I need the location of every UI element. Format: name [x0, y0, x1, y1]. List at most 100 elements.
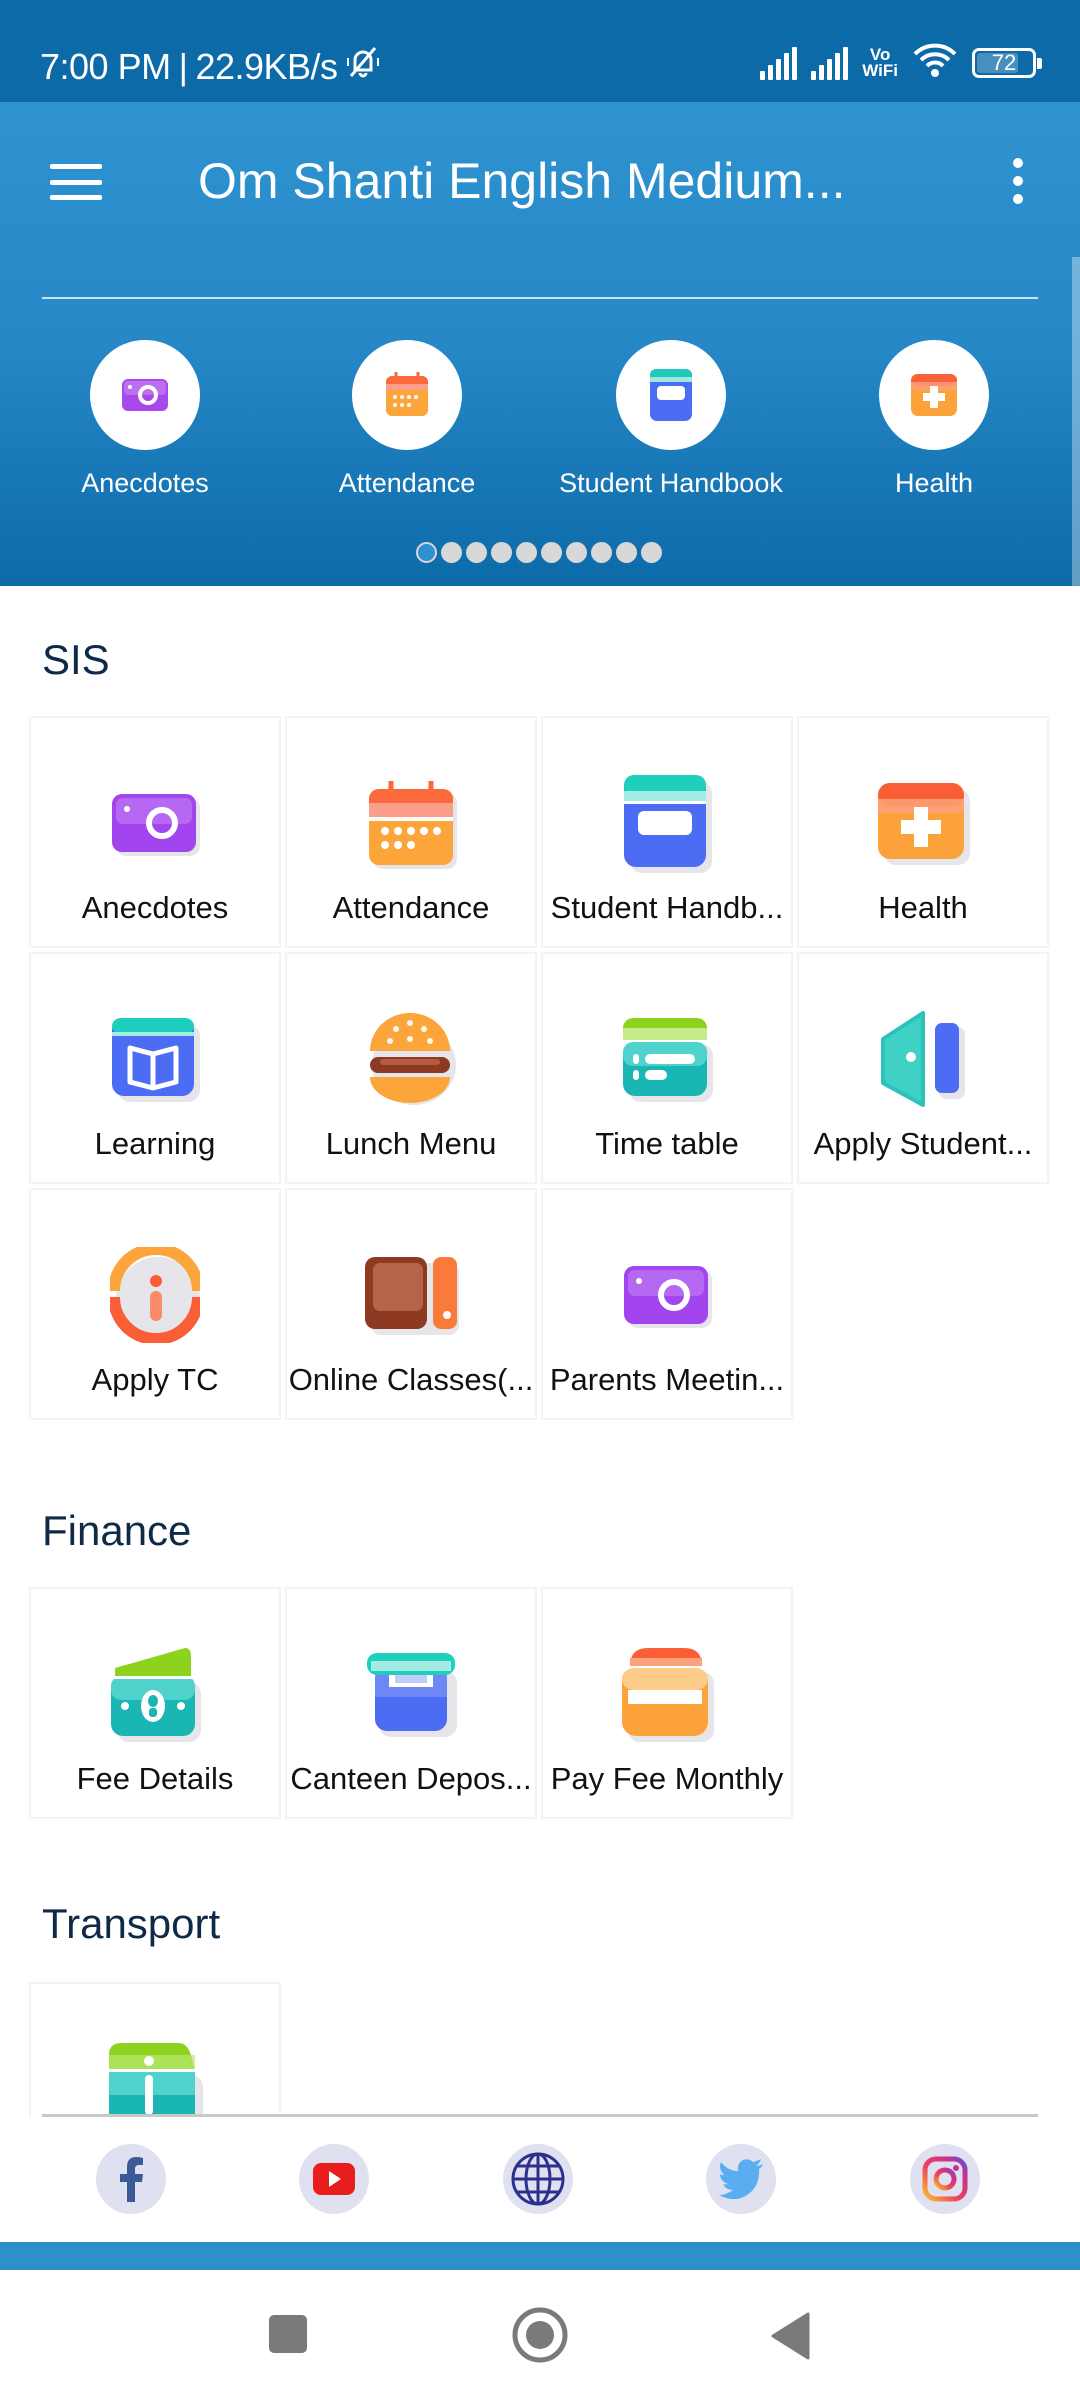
- youtube-link[interactable]: [299, 2144, 369, 2214]
- tile-label: Parents Meetin...: [549, 1362, 785, 1397]
- system-nav-bar: [0, 2270, 1080, 2400]
- twitter-link[interactable]: [706, 2144, 776, 2214]
- scrollbar[interactable]: [1072, 257, 1080, 587]
- page-dot[interactable]: [516, 542, 537, 563]
- page-dot[interactable]: [591, 542, 612, 563]
- card-icon: [622, 1648, 714, 1742]
- twitter-icon: [719, 2159, 763, 2199]
- more-vertical-icon[interactable]: [1006, 158, 1030, 204]
- quick-item-label: Student Handbook: [559, 468, 783, 498]
- section-title-transport: Transport: [42, 1900, 221, 1947]
- vowifi-bottom: WiFi: [862, 61, 898, 80]
- page-dot[interactable]: [566, 542, 587, 563]
- signal-icon-2: [811, 46, 849, 80]
- info-icon: [110, 1247, 200, 1343]
- instagram-icon: [922, 2156, 968, 2202]
- section-title-sis: SIS: [42, 636, 110, 683]
- tile-label: Health: [878, 890, 968, 925]
- tile-online-classes[interactable]: Online Classes(...: [285, 1188, 537, 1420]
- tile-apply-student[interactable]: Apply Student...: [797, 952, 1049, 1184]
- quick-icon-circle: [879, 340, 989, 450]
- health-kit-icon: [878, 783, 970, 865]
- tile-pay-fee-monthly[interactable]: Pay Fee Monthly: [541, 1587, 793, 1819]
- tile-label: Anecdotes: [81, 890, 229, 925]
- battery-level: 72: [991, 50, 1017, 75]
- quick-item-label: Health: [894, 468, 974, 498]
- hamburger-menu-icon[interactable]: [50, 164, 102, 200]
- page-dot-active[interactable]: [416, 542, 437, 563]
- health-kit-icon: [911, 374, 957, 416]
- online-class-icon: [365, 1257, 459, 1335]
- vowifi-icon: Vo WiFi: [862, 46, 898, 80]
- tile-apply-tc[interactable]: Apply TC: [29, 1188, 281, 1420]
- carousel-page-indicator: [416, 542, 662, 563]
- page-dot[interactable]: [491, 542, 512, 563]
- page-dot[interactable]: [441, 542, 462, 563]
- tile-label: Lunch Menu: [325, 1126, 497, 1161]
- bottom-accent-bar: [0, 2242, 1080, 2270]
- tile-label: Time table: [595, 1126, 739, 1161]
- home-icon: [512, 2307, 568, 2363]
- tile-label: Learning: [94, 1126, 216, 1161]
- facebook-link[interactable]: [96, 2144, 166, 2214]
- quick-icon-circle: [616, 340, 726, 450]
- page-dot[interactable]: [641, 542, 662, 563]
- network-speed: 22.9KB/s: [195, 45, 338, 87]
- book-icon: [112, 1018, 200, 1102]
- camera-icon: [624, 1266, 712, 1328]
- home-button[interactable]: [512, 2307, 568, 2368]
- tile-health[interactable]: Health: [797, 716, 1049, 948]
- status-left: 7:00 PM | 22.9KB/s: [40, 44, 380, 89]
- quick-icon-circle: [352, 340, 462, 450]
- finance-grid: Fee Details Canteen Depos... Pay Fee Mon…: [29, 1587, 1049, 1819]
- page-dot[interactable]: [541, 542, 562, 563]
- tile-canteen-deposit[interactable]: Canteen Depos...: [285, 1587, 537, 1819]
- quick-item-label: Attendance: [338, 468, 476, 498]
- quick-item-student-handbook[interactable]: Student Handbook: [540, 340, 802, 499]
- tile-time-table[interactable]: Time table: [541, 952, 793, 1184]
- globe-icon: [511, 2152, 565, 2206]
- tile-attendance[interactable]: Attendance: [285, 716, 537, 948]
- quick-item-attendance[interactable]: Attendance: [276, 340, 538, 499]
- section-title-finance: Finance: [42, 1507, 192, 1554]
- recents-button[interactable]: [268, 2314, 308, 2359]
- back-button[interactable]: [770, 2312, 810, 2365]
- tile-parents-meeting[interactable]: Parents Meetin...: [541, 1188, 793, 1420]
- tile-learning[interactable]: Learning: [29, 952, 281, 1184]
- tile-label: Fee Details: [76, 1761, 234, 1796]
- back-icon: [771, 2312, 810, 2360]
- website-link[interactable]: [503, 2144, 573, 2214]
- quick-item-health[interactable]: Health: [803, 340, 1065, 499]
- tile-label: Pay Fee Monthly: [550, 1761, 784, 1796]
- tile-anecdotes[interactable]: Anecdotes: [29, 716, 281, 948]
- status-time: 7:00 PM: [40, 45, 171, 87]
- status-separator: |: [178, 45, 188, 87]
- camera-icon: [122, 379, 168, 411]
- tile-fee-details[interactable]: Fee Details: [29, 1587, 281, 1819]
- tile-lunch-menu[interactable]: Lunch Menu: [285, 952, 537, 1184]
- tile-label: Online Classes(...: [288, 1362, 534, 1397]
- camera-icon: [112, 794, 200, 856]
- instagram-link[interactable]: [910, 2144, 980, 2214]
- signal-icon: [760, 46, 798, 80]
- page-dot[interactable]: [466, 542, 487, 563]
- box-icon: [367, 1653, 457, 1737]
- social-divider: [42, 2114, 1038, 2117]
- tile-label: Canteen Depos...: [290, 1761, 532, 1796]
- quick-icon-circle: [90, 340, 200, 450]
- tile-student-handbook[interactable]: Student Handb...: [541, 716, 793, 948]
- burger-icon: [370, 1013, 456, 1105]
- quick-item-anecdotes[interactable]: Anecdotes: [14, 340, 276, 499]
- tile-label: Student Handb...: [550, 890, 784, 925]
- handbook-icon: [650, 369, 692, 421]
- calendar-icon: [369, 781, 457, 869]
- status-bar: 7:00 PM | 22.9KB/s Vo WiFi 72: [0, 0, 1080, 102]
- recents-icon: [269, 2315, 307, 2353]
- bell-off-icon: [346, 44, 380, 89]
- door-icon: [881, 1011, 965, 1107]
- wifi-icon: [912, 42, 958, 84]
- app-title: Om Shanti English Medium...: [198, 153, 846, 209]
- tile-label: Apply Student...: [813, 1126, 1033, 1161]
- tile-label: Attendance: [332, 890, 490, 925]
- page-dot[interactable]: [616, 542, 637, 563]
